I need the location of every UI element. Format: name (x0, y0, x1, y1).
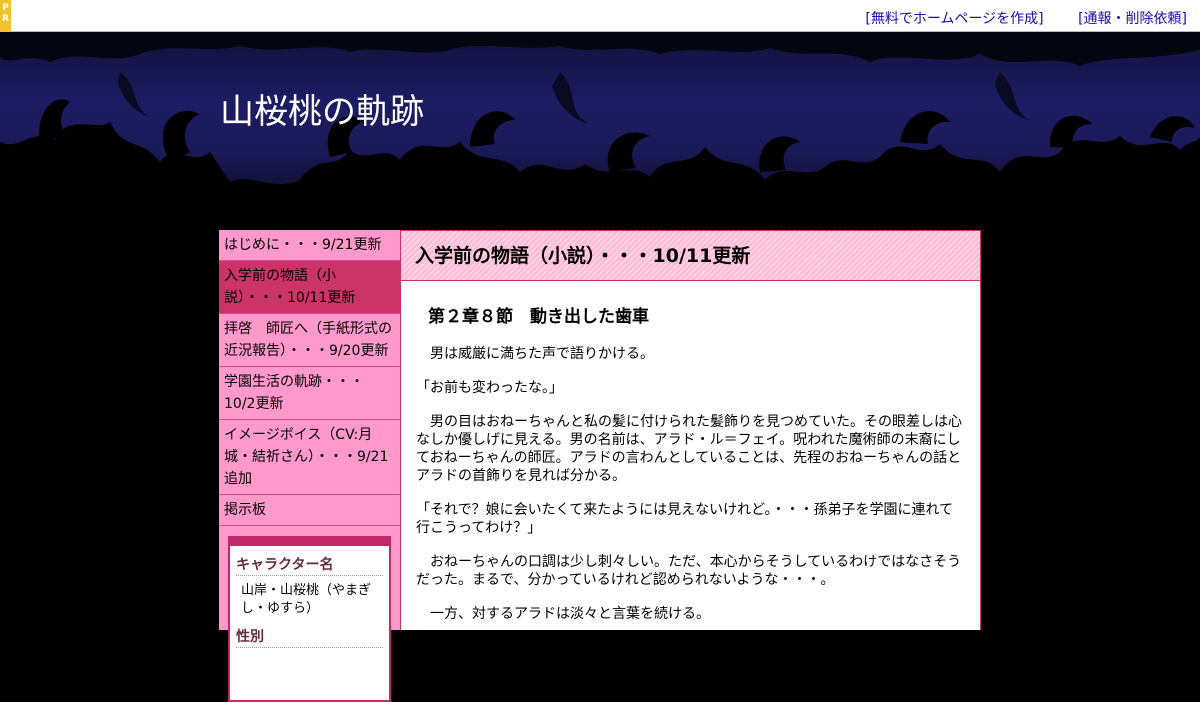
main-content: 入学前の物語（小説）・・・10/11更新 第２章８節 動き出した歯車 男は威厳に… (400, 230, 981, 630)
pr-badge[interactable]: P R (0, 0, 11, 32)
character-profile-box: キャラクター名 山岸・山桜桃（やまぎし・ゆすら） 性別 (228, 536, 391, 702)
sidebar-item-prequel-story[interactable]: 入学前の物語（小説）・・・10/11更新 (219, 261, 400, 314)
create-homepage-link[interactable]: [無料でホームページを作成] (865, 11, 1043, 27)
sidebar-menu: はじめに・・・9/21更新 入学前の物語（小説）・・・10/11更新 拝啓 師匠… (219, 230, 400, 526)
article-body: 男は威厳に満ちた声で語りかける。 「お前も変わったな。」 男の目はおねーちゃんと… (416, 345, 962, 623)
pr-letter-p: P (2, 3, 9, 13)
sidebar: はじめに・・・9/21更新 入学前の物語（小説）・・・10/11更新 拝啓 師匠… (219, 230, 400, 702)
article-paragraph: 男の目はおねーちゃんと私の髪に付けられた髪飾りを見つめていた。その眼差しは心なし… (416, 414, 962, 484)
profile-term-gender: 性別 (236, 626, 383, 648)
article-paragraph: 「それで？娘に会いたくて来たようには見えないけれど。・・・孫弟子を学園に連れて行… (416, 502, 954, 536)
top-links: [無料でホームページを作成] [通報・削除依頼] (835, 8, 1187, 28)
sidebar-item-introduction[interactable]: はじめに・・・9/21更新 (219, 230, 400, 261)
article: 第２章８節 動き出した歯車 男は威厳に満ちた声で語りかける。 「お前も変わったな… (401, 281, 980, 623)
profile-value-character-name: 山岸・山桜桃（やまぎし・ゆすら） (241, 583, 372, 616)
sidebar-item-image-voice[interactable]: イメージボイス（CV:月城・結祈さん）・・・9/21追加 (219, 420, 400, 495)
header-silhouette-art (0, 32, 1200, 230)
site-header: 山桜桃の軌跡 (0, 32, 1200, 230)
sidebar-item-letters-to-master[interactable]: 拝啓 師匠へ（手紙形式の近況報告）・・・9/20更新 (219, 314, 400, 367)
sidebar-item-bulletin-board[interactable]: 掲示板 (219, 495, 400, 526)
sidebar-item-school-life[interactable]: 学園生活の軌跡・・・10/2更新 (219, 367, 400, 420)
page-title: 入学前の物語（小説）・・・10/11更新 (415, 245, 751, 267)
article-paragraph: 「お前も変わったな。」 (416, 380, 563, 396)
chapter-title: 第２章８節 動き出した歯車 (428, 307, 649, 327)
article-paragraph: 男は威厳に満ちた声で語りかける。 (416, 346, 654, 362)
article-paragraph: 一方、対するアラドは淡々と言葉を続ける。 (416, 606, 710, 622)
top-ad-bar: P R [無料でホームページを作成] [通報・削除依頼] (0, 0, 1200, 32)
report-delete-link[interactable]: [通報・削除依頼] (1078, 11, 1187, 27)
article-paragraph: おねーちゃんの口調は少し刺々しい。ただ、本心からそうしているわけではなさそうだっ… (416, 554, 962, 588)
pr-letter-r: R (2, 14, 9, 24)
site-title[interactable]: 山桜桃の軌跡 (220, 84, 424, 133)
page-title-bar: 入学前の物語（小説）・・・10/11更新 (401, 231, 980, 281)
profile-term-character-name: キャラクター名 (236, 554, 383, 576)
